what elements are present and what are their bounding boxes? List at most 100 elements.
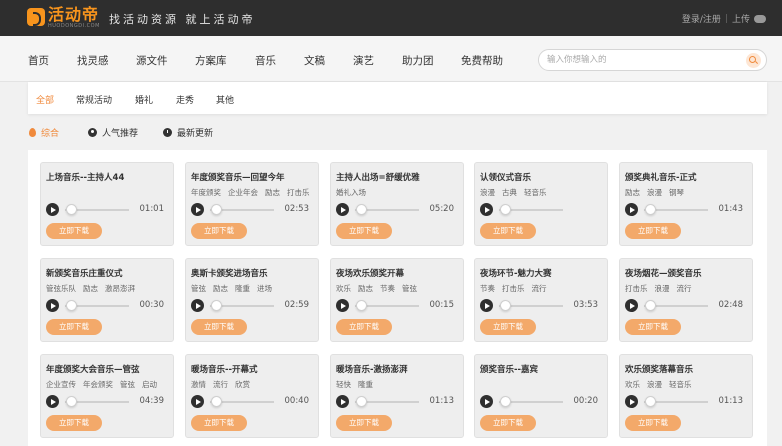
login-link[interactable]: 登录/注册 — [682, 12, 721, 25]
play-icon[interactable] — [480, 395, 493, 408]
nav-item-help-team[interactable]: 助力团 — [402, 53, 434, 68]
nav-item-home[interactable]: 首页 — [28, 53, 49, 68]
tag[interactable]: 励志 — [625, 187, 640, 198]
download-button[interactable]: 立即下载 — [46, 415, 102, 431]
play-icon[interactable] — [46, 203, 59, 216]
progress-handle[interactable] — [500, 204, 511, 215]
tag[interactable]: 激情 — [191, 379, 206, 390]
tag[interactable]: 浪漫 — [655, 283, 670, 294]
tag[interactable]: 励志 — [83, 283, 98, 294]
music-card[interactable]: 年度颁奖音乐—回望今年 年度颁奖 企业年会 励志 打击乐 02:53 立即下载 — [185, 162, 319, 246]
music-card[interactable]: 夜场欢乐颁奖开幕 欢乐 励志 节奏 管弦 00:15 立即下载 — [330, 258, 464, 342]
category-runway[interactable]: 走秀 — [176, 93, 194, 106]
download-button[interactable]: 立即下载 — [336, 415, 392, 431]
progress-handle[interactable] — [211, 300, 222, 311]
tag[interactable]: 钢琴 — [669, 187, 684, 198]
music-card[interactable]: 奥斯卡颁奖进场音乐 管弦 励志 隆重 进场 02:59 立即下载 — [185, 258, 319, 342]
tag[interactable]: 浪漫 — [647, 379, 662, 390]
tag[interactable]: 欣赏 — [235, 379, 250, 390]
play-icon[interactable] — [336, 299, 349, 312]
music-title[interactable]: 年度颁奖音乐—回望今年 — [191, 171, 285, 183]
music-card[interactable]: 颁奖典礼音乐-正式 励志 浪漫 钢琴 01:43 立即下载 — [619, 162, 753, 246]
music-title[interactable]: 夜场烟花—颁奖音乐 — [625, 267, 702, 279]
tag[interactable]: 激昂澎湃 — [105, 283, 135, 294]
cloud-upload-icon[interactable] — [754, 14, 766, 23]
play-icon[interactable] — [480, 299, 493, 312]
music-card[interactable]: 夜场烟花—颁奖音乐 打击乐 浪漫 流行 02:48 立即下载 — [619, 258, 753, 342]
search-input[interactable] — [547, 53, 737, 67]
nav-item-scripts[interactable]: 文稿 — [304, 53, 325, 68]
music-card[interactable]: 欢乐颁奖落幕音乐 欢乐 浪漫 轻音乐 01:13 立即下载 — [619, 354, 753, 438]
download-button[interactable]: 立即下载 — [625, 415, 681, 431]
progress-handle[interactable] — [211, 204, 222, 215]
music-card[interactable]: 认领仪式音乐 浪漫 古典 轻音乐 立即下载 — [474, 162, 608, 246]
progress-handle[interactable] — [645, 300, 656, 311]
play-icon[interactable] — [191, 299, 204, 312]
upload-link[interactable]: 上传 — [732, 12, 750, 25]
tag[interactable]: 古典 — [502, 187, 517, 198]
tag[interactable]: 节奏 — [380, 283, 395, 294]
logo[interactable]: 活动帝 HUODONGDI.COM — [27, 6, 100, 30]
progress-handle[interactable] — [66, 204, 77, 215]
download-button[interactable]: 立即下载 — [191, 319, 247, 335]
music-card[interactable]: 夜场环节-魅力大赛 节奏 打击乐 流行 03:53 立即下载 — [474, 258, 608, 342]
tag[interactable]: 励志 — [265, 187, 280, 198]
category-regular[interactable]: 常规活动 — [76, 93, 112, 106]
music-title[interactable]: 年度颁奖大会音乐—管弦 — [46, 363, 140, 375]
play-icon[interactable] — [191, 395, 204, 408]
tag[interactable]: 流行 — [532, 283, 547, 294]
download-button[interactable]: 立即下载 — [191, 223, 247, 239]
music-card[interactable]: 主持人出场=舒缓优雅 婚礼入场 05:20 立即下载 — [330, 162, 464, 246]
progress-handle[interactable] — [211, 396, 222, 407]
tag[interactable]: 管弦 — [191, 283, 206, 294]
play-icon[interactable] — [625, 299, 638, 312]
tag[interactable]: 打击乐 — [502, 283, 525, 294]
progress-handle[interactable] — [500, 300, 511, 311]
download-button[interactable]: 立即下载 — [625, 223, 681, 239]
download-button[interactable]: 立即下载 — [625, 319, 681, 335]
tag[interactable]: 启动 — [142, 379, 157, 390]
music-title[interactable]: 主持人出场=舒缓优雅 — [336, 171, 420, 183]
music-title[interactable]: 新颁奖音乐庄重仪式 — [46, 267, 123, 279]
tag[interactable]: 流行 — [213, 379, 228, 390]
play-icon[interactable] — [625, 203, 638, 216]
progress-handle[interactable] — [645, 396, 656, 407]
tag[interactable]: 管弦乐队 — [46, 283, 76, 294]
download-button[interactable]: 立即下载 — [336, 319, 392, 335]
download-button[interactable]: 立即下载 — [480, 415, 536, 431]
tag[interactable]: 年会颁奖 — [83, 379, 113, 390]
download-button[interactable]: 立即下载 — [191, 415, 247, 431]
tag[interactable]: 企业年会 — [228, 187, 258, 198]
category-other[interactable]: 其他 — [216, 93, 234, 106]
music-title[interactable]: 欢乐颁奖落幕音乐 — [625, 363, 693, 375]
search-icon[interactable] — [746, 53, 761, 68]
category-wedding[interactable]: 婚礼 — [135, 93, 153, 106]
tag[interactable]: 励志 — [213, 283, 228, 294]
tag[interactable]: 节奏 — [480, 283, 495, 294]
nav-item-plans[interactable]: 方案库 — [195, 53, 227, 68]
nav-item-free-help[interactable]: 免费帮助 — [461, 53, 503, 68]
play-icon[interactable] — [480, 203, 493, 216]
nav-item-source-files[interactable]: 源文件 — [136, 53, 168, 68]
sort-popular[interactable]: 人气推荐 — [88, 126, 138, 139]
tag[interactable]: 流行 — [677, 283, 692, 294]
music-title[interactable]: 颁奖典礼音乐-正式 — [625, 171, 697, 183]
progress-handle[interactable] — [356, 300, 367, 311]
tag[interactable]: 婚礼入场 — [336, 187, 366, 198]
tag[interactable]: 管弦 — [120, 379, 135, 390]
music-title[interactable]: 上场音乐--主持人44 — [46, 171, 124, 183]
tag[interactable]: 隆重 — [358, 379, 373, 390]
tag[interactable]: 浪漫 — [480, 187, 495, 198]
tag[interactable]: 打击乐 — [625, 283, 648, 294]
play-icon[interactable] — [46, 299, 59, 312]
music-title[interactable]: 夜场环节-魅力大赛 — [480, 267, 552, 279]
download-button[interactable]: 立即下载 — [480, 223, 536, 239]
sort-comprehensive[interactable]: 综合 — [29, 126, 59, 139]
music-title[interactable]: 暖场音乐--开幕式 — [191, 363, 258, 375]
sort-latest[interactable]: 最新更新 — [163, 126, 213, 139]
category-all[interactable]: 全部 — [36, 93, 54, 106]
music-title[interactable]: 颁奖音乐--嘉宾 — [480, 363, 538, 375]
play-icon[interactable] — [46, 395, 59, 408]
music-card[interactable]: 颁奖音乐--嘉宾 00:20 立即下载 — [474, 354, 608, 438]
progress-handle[interactable] — [356, 396, 367, 407]
